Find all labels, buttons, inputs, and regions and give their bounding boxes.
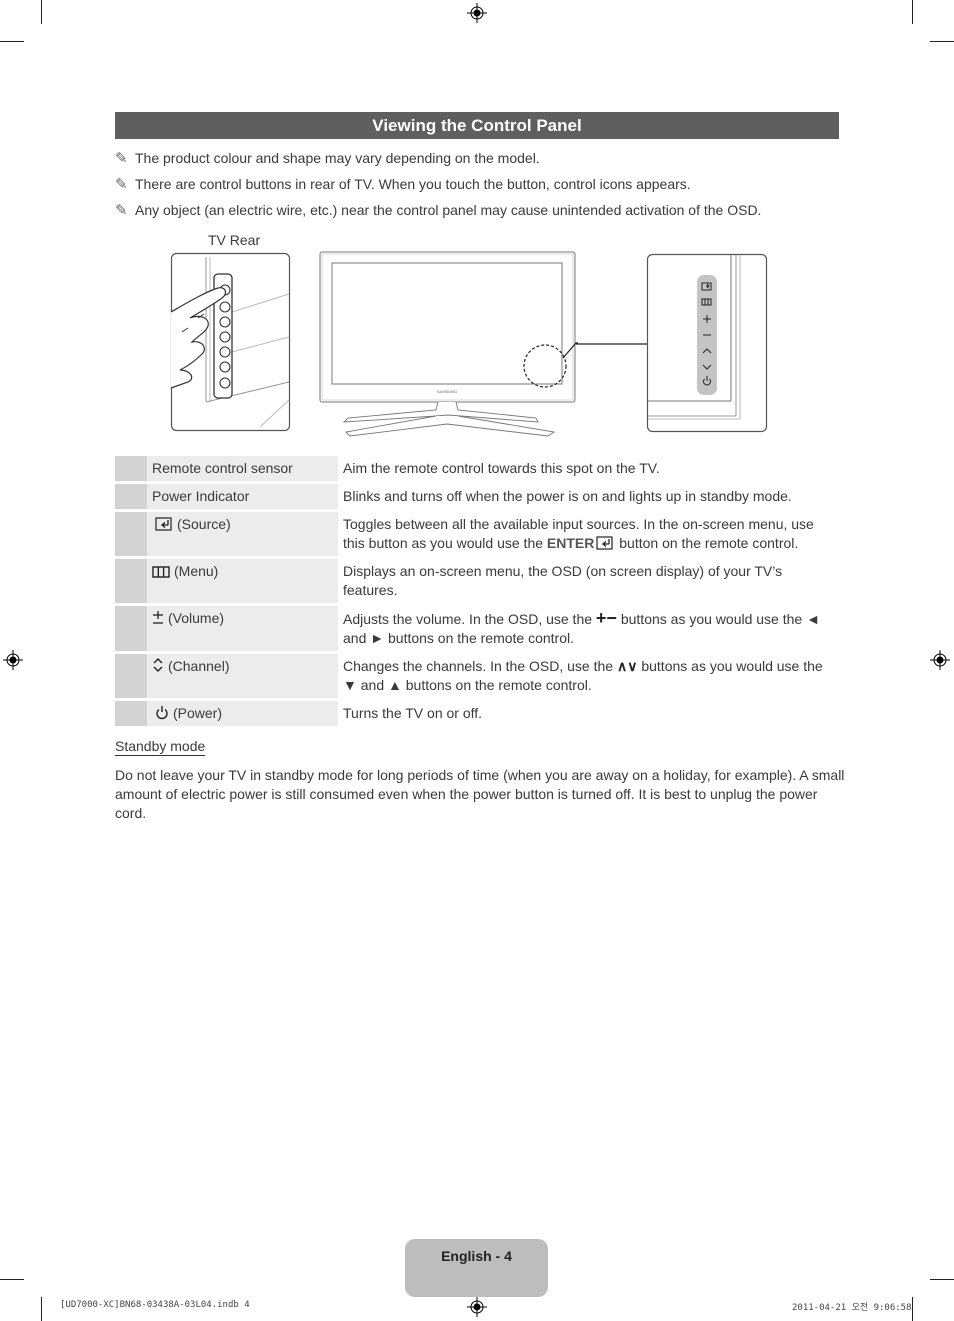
- crop-mark: [912, 1297, 913, 1321]
- control-name: (Power): [147, 701, 338, 726]
- note-pencil-icon: ✎: [115, 150, 128, 167]
- control-description: Blinks and turns off when the power is o…: [338, 484, 839, 509]
- row-marker: [115, 456, 147, 481]
- row-marker: [115, 606, 147, 651]
- tv-front-illustration: SAMSUNG: [319, 251, 578, 437]
- control-description: Aim the remote control towards this spot…: [338, 456, 839, 481]
- standby-text: Do not leave your TV in standby mode for…: [115, 767, 845, 821]
- control-description: Adjusts the volume. In the OSD, use the …: [338, 606, 839, 651]
- registration-mark-icon: [3, 650, 23, 670]
- tv-rear-label: TV Rear: [208, 232, 261, 248]
- control-description: Toggles between all the available input …: [338, 512, 839, 556]
- enter-icon: [596, 534, 614, 553]
- volume-icon: [152, 609, 164, 627]
- control-name: Power Indicator: [147, 484, 338, 509]
- control-name: (Source): [147, 512, 338, 556]
- table-row: (Volume) Adjusts the volume. In the OSD,…: [115, 606, 839, 651]
- crop-mark: [0, 41, 24, 42]
- power-icon: [155, 704, 169, 722]
- section-title: Viewing the Control Panel: [115, 112, 839, 139]
- file-info: [UD7000-XC]BN68-03438A-03L04.indb 4: [60, 1300, 250, 1310]
- channel-icon: [152, 657, 164, 675]
- row-marker: [115, 654, 147, 698]
- control-name: (Menu): [147, 559, 338, 603]
- table-row: (Menu) Displays an on-screen menu, the O…: [115, 559, 839, 603]
- table-row: Remote control sensor Aim the remote con…: [115, 456, 839, 481]
- standby-heading: Standby mode: [115, 738, 206, 756]
- plus-minus-symbol: +−: [595, 608, 617, 628]
- registration-mark-icon: [930, 650, 950, 670]
- control-description: Changes the channels. In the OSD, use th…: [338, 654, 839, 698]
- source-icon: [155, 515, 173, 533]
- control-name: Remote control sensor: [147, 456, 338, 481]
- crop-mark: [41, 0, 42, 24]
- note-item: ✎ Any object (an electric wire, etc.) nea…: [115, 202, 762, 219]
- table-row: (Source) Toggles between all the availab…: [115, 512, 839, 556]
- control-name: (Volume): [147, 606, 338, 651]
- up-down-symbol: ∧∨: [616, 658, 638, 674]
- note-pencil-icon: ✎: [115, 176, 128, 193]
- row-marker: [115, 484, 147, 509]
- registration-mark-icon: [467, 3, 487, 23]
- row-marker: [115, 559, 147, 603]
- tv-rear-illustration: [170, 252, 291, 432]
- note-item: ✎ There are control buttons in rear of TV…: [115, 176, 691, 193]
- row-marker: [115, 701, 147, 726]
- table-row: (Channel) Changes the channels. In the O…: [115, 654, 839, 698]
- control-panel-closeup: [646, 253, 768, 433]
- crop-mark: [930, 41, 954, 42]
- control-description: Turns the TV on or off.: [338, 701, 839, 726]
- page-number-tab: English - 4: [405, 1239, 548, 1297]
- crop-mark: [0, 1279, 24, 1280]
- crop-mark: [41, 1297, 42, 1321]
- crop-mark: [930, 1279, 954, 1280]
- brand-logo: SAMSUNG: [437, 389, 457, 394]
- control-panel-table: Remote control sensor Aim the remote con…: [115, 456, 839, 729]
- table-row: Power Indicator Blinks and turns off whe…: [115, 484, 839, 509]
- row-marker: [115, 512, 147, 556]
- menu-icon: [152, 562, 170, 580]
- control-name: (Channel): [147, 654, 338, 698]
- print-timestamp: 2011-04-21 오전 9:06:58: [792, 1303, 912, 1313]
- callout-line: [576, 343, 650, 345]
- crop-mark: [912, 0, 913, 24]
- note-item: ✎ The product colour and shape may vary d…: [115, 150, 540, 167]
- control-description: Displays an on-screen menu, the OSD (on …: [338, 559, 839, 603]
- registration-mark-icon: [467, 1297, 487, 1317]
- note-pencil-icon: ✎: [115, 202, 128, 219]
- table-row: (Power) Turns the TV on or off.: [115, 701, 839, 726]
